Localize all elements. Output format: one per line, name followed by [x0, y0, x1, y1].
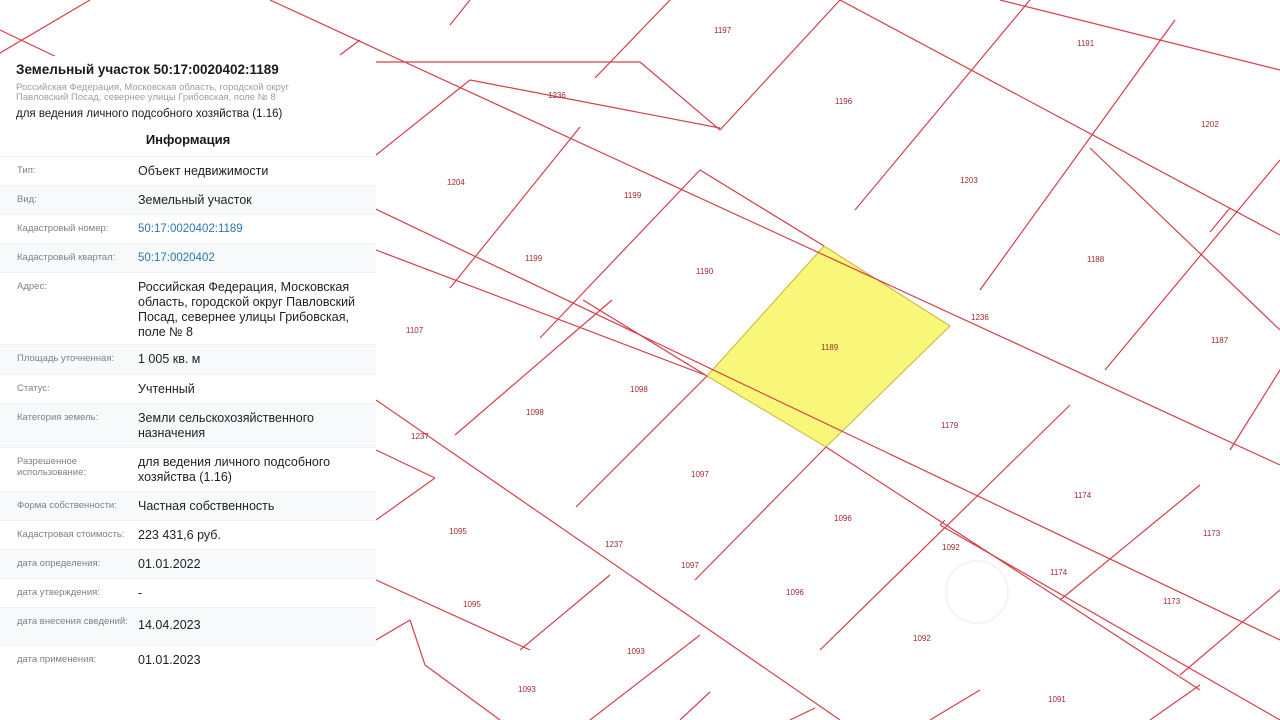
info-row-area: Площадь уточненная: 1 005 кв. м — [0, 344, 376, 375]
row-label: Вид: — [17, 194, 37, 205]
parcel-label: 1095 — [449, 527, 467, 536]
row-label: Кадастровая стоимость: — [17, 529, 125, 540]
row-label: Разрешенное использование: — [17, 456, 87, 478]
parcel-label: 1098 — [630, 385, 648, 394]
parcel-label: 1173 — [1203, 529, 1221, 538]
parcel-label: 1191 — [1077, 39, 1095, 48]
parcel-label: 1097 — [691, 470, 709, 479]
row-label: Категория земель: — [17, 412, 99, 423]
row-value: 223 431,6 руб. — [138, 528, 221, 542]
row-value: для ведения личного подсобного хозяйства… — [138, 455, 331, 484]
info-row-cadastral-value: Кадастровая стоимость: 223 431,6 руб. — [0, 520, 376, 550]
parcel-label: 1093 — [627, 647, 645, 656]
info-row-land-category: Категория земель: Земли сельскохозяйстве… — [0, 403, 376, 448]
row-label: дата применения: — [17, 654, 97, 665]
parcel-label: 1197 — [714, 26, 732, 35]
info-row-status: Статус: Учтенный — [0, 374, 376, 404]
row-value: Российская Федерация, Московская область… — [138, 280, 356, 339]
info-row-date-determined: дата определения: 01.01.2022 — [0, 549, 376, 579]
row-label: дата утверждения: — [17, 587, 100, 598]
info-heading: Информация — [145, 132, 231, 147]
parcel-label: 1107 — [406, 326, 424, 335]
row-value: 14.04.2023 — [138, 618, 201, 632]
info-row-permitted-use: Разрешенное использование: для ведения л… — [0, 447, 376, 492]
parcel-label: 1093 — [518, 685, 536, 694]
row-label: Площадь уточненная: — [17, 353, 115, 364]
row-value: Объект недвижимости — [138, 164, 269, 178]
parcel-label: 1173 — [1163, 597, 1181, 606]
parcel-label: 1095 — [463, 600, 481, 609]
row-value: Земельный участок — [138, 193, 252, 207]
row-value: Частная собственность — [138, 499, 275, 513]
row-value: 01.01.2022 — [138, 557, 201, 571]
parcel-label: 1202 — [1201, 120, 1219, 129]
parcel-label: 1092 — [942, 543, 960, 552]
watermark-logo — [945, 560, 1009, 624]
info-row-kind: Вид: Земельный участок — [0, 185, 376, 215]
info-row-address: Адрес: Российская Федерация, Московская … — [0, 272, 376, 345]
cadastral-quarter-link[interactable]: 50:17:0020402 — [138, 251, 368, 266]
info-row-type: Тип: Объект недвижимости — [0, 156, 376, 186]
parcel-label: 1188 — [1087, 255, 1105, 264]
row-label: Статус: — [17, 383, 50, 394]
parcel-label: 1098 — [526, 408, 544, 417]
row-label: дата определения: — [17, 558, 101, 569]
parcel-label: 1091 — [1048, 695, 1066, 704]
parcel-label: 1196 — [835, 97, 853, 106]
row-label: Форма собственности: — [17, 500, 117, 511]
info-row-ownership: Форма собственности: Частная собственнос… — [0, 491, 376, 521]
row-value: 1 005 кв. м — [138, 352, 201, 366]
parcel-label: 1199 — [525, 254, 543, 263]
parcel-label: 1190 — [696, 267, 714, 276]
info-row-date-entered: дата внесения сведений: 14.04.2023 — [0, 607, 376, 646]
parcel-label: 1097 — [681, 561, 699, 570]
row-value: 01.01.2023 — [138, 653, 201, 667]
parcel-label: 1236 — [971, 313, 989, 322]
parcel-label: 1236 — [548, 91, 566, 100]
row-value: Учтенный — [138, 382, 195, 396]
parcel-label: 1237 — [605, 540, 623, 549]
row-value: - — [138, 586, 143, 600]
parcel-label: 1174 — [1074, 491, 1092, 500]
parcel-use: для ведения личного подсобного хозяйства… — [16, 108, 283, 120]
parcel-label: 1096 — [786, 588, 804, 597]
cadastral-number-link[interactable]: 50:17:0020402:1189 — [138, 222, 368, 237]
parcel-label: 1096 — [834, 514, 852, 523]
parcel-label: 1204 — [447, 178, 465, 187]
row-label: Тип: — [17, 165, 36, 176]
parcel-label: 1203 — [960, 176, 978, 185]
row-label: Кадастровый квартал: — [17, 252, 116, 263]
parcel-label: 1179 — [941, 421, 959, 430]
parcel-info-panel: Земельный участок 50:17:0020402:1189 Рос… — [0, 56, 376, 720]
parcel-label: 1092 — [913, 634, 931, 643]
info-row-cadastral-quarter: Кадастровый квартал: 50:17:0020402 — [0, 243, 376, 273]
row-label: дата внесения сведений: — [17, 616, 128, 627]
parcel-title: Земельный участок 50:17:0020402:1189 — [16, 62, 279, 77]
row-value: Земли сельскохозяйственного назначения — [138, 411, 314, 440]
parcel-label: 1187 — [1211, 336, 1229, 345]
parcel-label: 1174 — [1050, 568, 1068, 577]
parcel-address: Российская Федерация, Московская область… — [16, 82, 290, 103]
info-row-date-applied: дата применения: 01.01.2023 — [0, 645, 376, 675]
row-label: Адрес: — [17, 281, 47, 292]
parcel-label: 1237 — [411, 432, 429, 441]
parcel-label: 1189 — [821, 343, 839, 352]
info-row-date-approved: дата утверждения: - — [0, 578, 376, 608]
parcel-label: 1199 — [624, 191, 642, 200]
row-label: Кадастровый номер: — [17, 223, 109, 234]
info-row-cadastral-number: Кадастровый номер: 50:17:0020402:1189 — [0, 214, 376, 244]
